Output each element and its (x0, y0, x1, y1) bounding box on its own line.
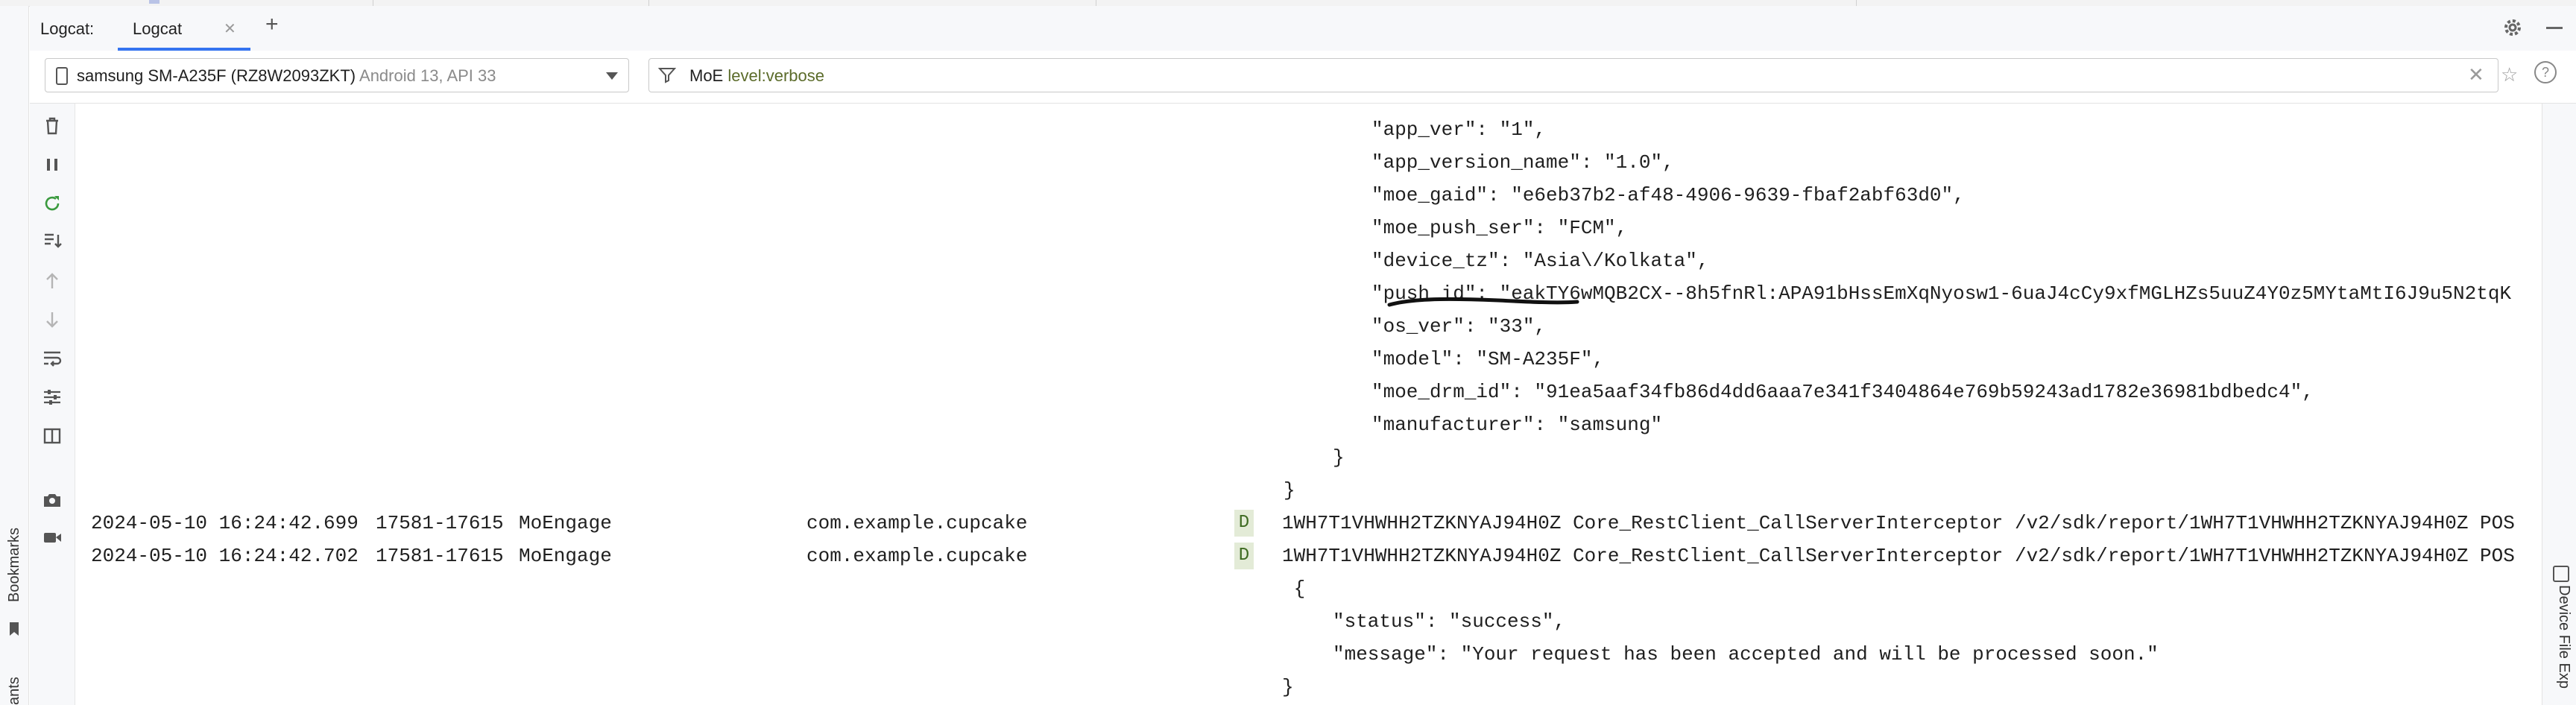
filter-history-icon[interactable] (657, 66, 677, 84)
log-tag: MoEngage (519, 512, 612, 534)
favorite-filter-icon[interactable]: ☆ (2501, 63, 2518, 86)
device-os: Android 13, API 33 (359, 66, 496, 85)
gear-icon[interactable] (2501, 16, 2524, 39)
device-selector[interactable]: samsung SM-A235F (RZ8W2093ZKT) Android 1… (45, 58, 629, 92)
editor-tab-hidden[interactable] (1096, 0, 1857, 6)
bookmark-icon[interactable] (8, 622, 20, 636)
logcat-filter-input[interactable]: MoE level:verbose ✕ ☆ (648, 58, 2518, 92)
log-line: "app_ver": "1", (1371, 118, 1547, 141)
log-tag: MoEngage (519, 545, 612, 567)
soft-wrap-icon[interactable] (40, 347, 64, 370)
log-line: "moe_drm_id": "91ea5aaf34fb86d4dd6aaa7e3… (1371, 381, 2314, 403)
left-tool-strip: Bookmarks ants (0, 6, 29, 705)
chevron-down-icon (606, 72, 618, 80)
build-variants-label[interactable]: ants (6, 677, 23, 705)
close-tab-icon[interactable]: ✕ (224, 19, 236, 38)
scroll-to-end-icon[interactable] (40, 229, 64, 253)
right-tool-strip: Device File Exp (2542, 104, 2576, 705)
phone-icon (56, 67, 68, 85)
down-arrow-icon[interactable] (40, 308, 64, 332)
log-package: com.example.cupcake (806, 545, 1028, 567)
tool-window-title: Logcat: (40, 19, 95, 38)
clear-filter-icon[interactable]: ✕ (2468, 63, 2484, 86)
filter-query-key: level:verbose (727, 66, 825, 85)
tab-logcat[interactable]: Logcat ✕ (118, 12, 250, 51)
log-timestamp: 2024-05-10 16:24:42.699 (91, 512, 359, 534)
log-line: "moe_gaid": "e6eb37b2-af48-4906-9639-fba… (1371, 184, 1965, 206)
log-package: com.example.cupcake (806, 512, 1028, 534)
log-line: "status": "success", (1333, 610, 1566, 633)
log-pid: 17581-17615 (376, 512, 504, 534)
log-line: { (1282, 578, 1306, 600)
log-line: "os_ver": "33", (1371, 315, 1547, 338)
split-view-icon[interactable] (40, 424, 64, 448)
log-timestamp: 2024-05-10 16:24:42.702 (91, 545, 359, 567)
editor-tab-hidden[interactable] (648, 0, 1096, 6)
log-level-badge: D (1234, 510, 1254, 537)
log-line: "message": "Your request has been accept… (1333, 643, 2159, 666)
log-line: } (1284, 479, 1295, 502)
log-line: "moe_push_ser": "FCM", (1371, 217, 1628, 239)
log-line: } (1333, 446, 1345, 469)
log-view[interactable]: "app_ver": "1", "app_version_name": "1.0… (76, 104, 2540, 705)
log-entry-row[interactable]: 2024-05-10 16:24:42.702 17581-17615 MoEn… (76, 540, 2540, 572)
log-message: 1WH7T1VHWHH2TZKNYAJ94H0Z Core_RestClient… (1282, 512, 2515, 534)
bookmarks-label[interactable]: Bookmarks (6, 528, 23, 602)
up-arrow-icon[interactable] (40, 269, 64, 293)
log-line: "app_version_name": "1.0", (1371, 151, 1674, 174)
restart-icon[interactable] (40, 192, 64, 215)
editor-tab-hidden[interactable] (142, 0, 373, 6)
logcat-header: Logcat: Logcat ✕ + (30, 6, 2576, 51)
log-line: } (1282, 676, 1294, 698)
device-explorer-icon[interactable] (2553, 566, 2569, 582)
trash-icon[interactable] (40, 114, 64, 138)
filter-settings-icon[interactable] (40, 385, 64, 409)
camera-icon[interactable] (40, 488, 64, 512)
pause-icon[interactable] (40, 153, 64, 177)
help-icon[interactable]: ? (2534, 61, 2557, 83)
filter-bar: samsung SM-A235F (RZ8W2093ZKT) Android 1… (30, 51, 2576, 104)
filter-query-term: MoE (689, 66, 724, 85)
new-tab-icon[interactable]: + (265, 13, 279, 36)
log-entry-row[interactable]: 2024-05-10 16:24:42.699 17581-17615 MoEn… (76, 507, 2540, 540)
device-file-explorer-label[interactable]: Device File Exp (2555, 585, 2572, 689)
log-pid: 17581-17615 (376, 545, 504, 567)
ink-annotation (1387, 297, 1579, 307)
minimize-icon[interactable] (2546, 27, 2563, 29)
video-icon[interactable] (40, 525, 64, 549)
filter-query-text: MoE level:verbose (689, 66, 824, 86)
log-message: 1WH7T1VHWHH2TZKNYAJ94H0Z Core_RestClient… (1282, 545, 2515, 567)
logcat-toolbar (30, 104, 75, 705)
log-line: "manufacturer": "samsung" (1371, 414, 1663, 436)
log-line: "model": "SM-A235F", (1371, 348, 1605, 370)
editor-tab-hidden[interactable] (373, 0, 649, 6)
tab-label: Logcat (133, 19, 183, 38)
device-name: samsung SM-A235F (RZ8W2093ZKT) (77, 66, 356, 85)
log-level-badge: D (1234, 543, 1254, 569)
device-label: samsung SM-A235F (RZ8W2093ZKT) Android 1… (77, 66, 496, 86)
log-line: "device_tz": "Asia\/Kolkata", (1371, 250, 1709, 272)
